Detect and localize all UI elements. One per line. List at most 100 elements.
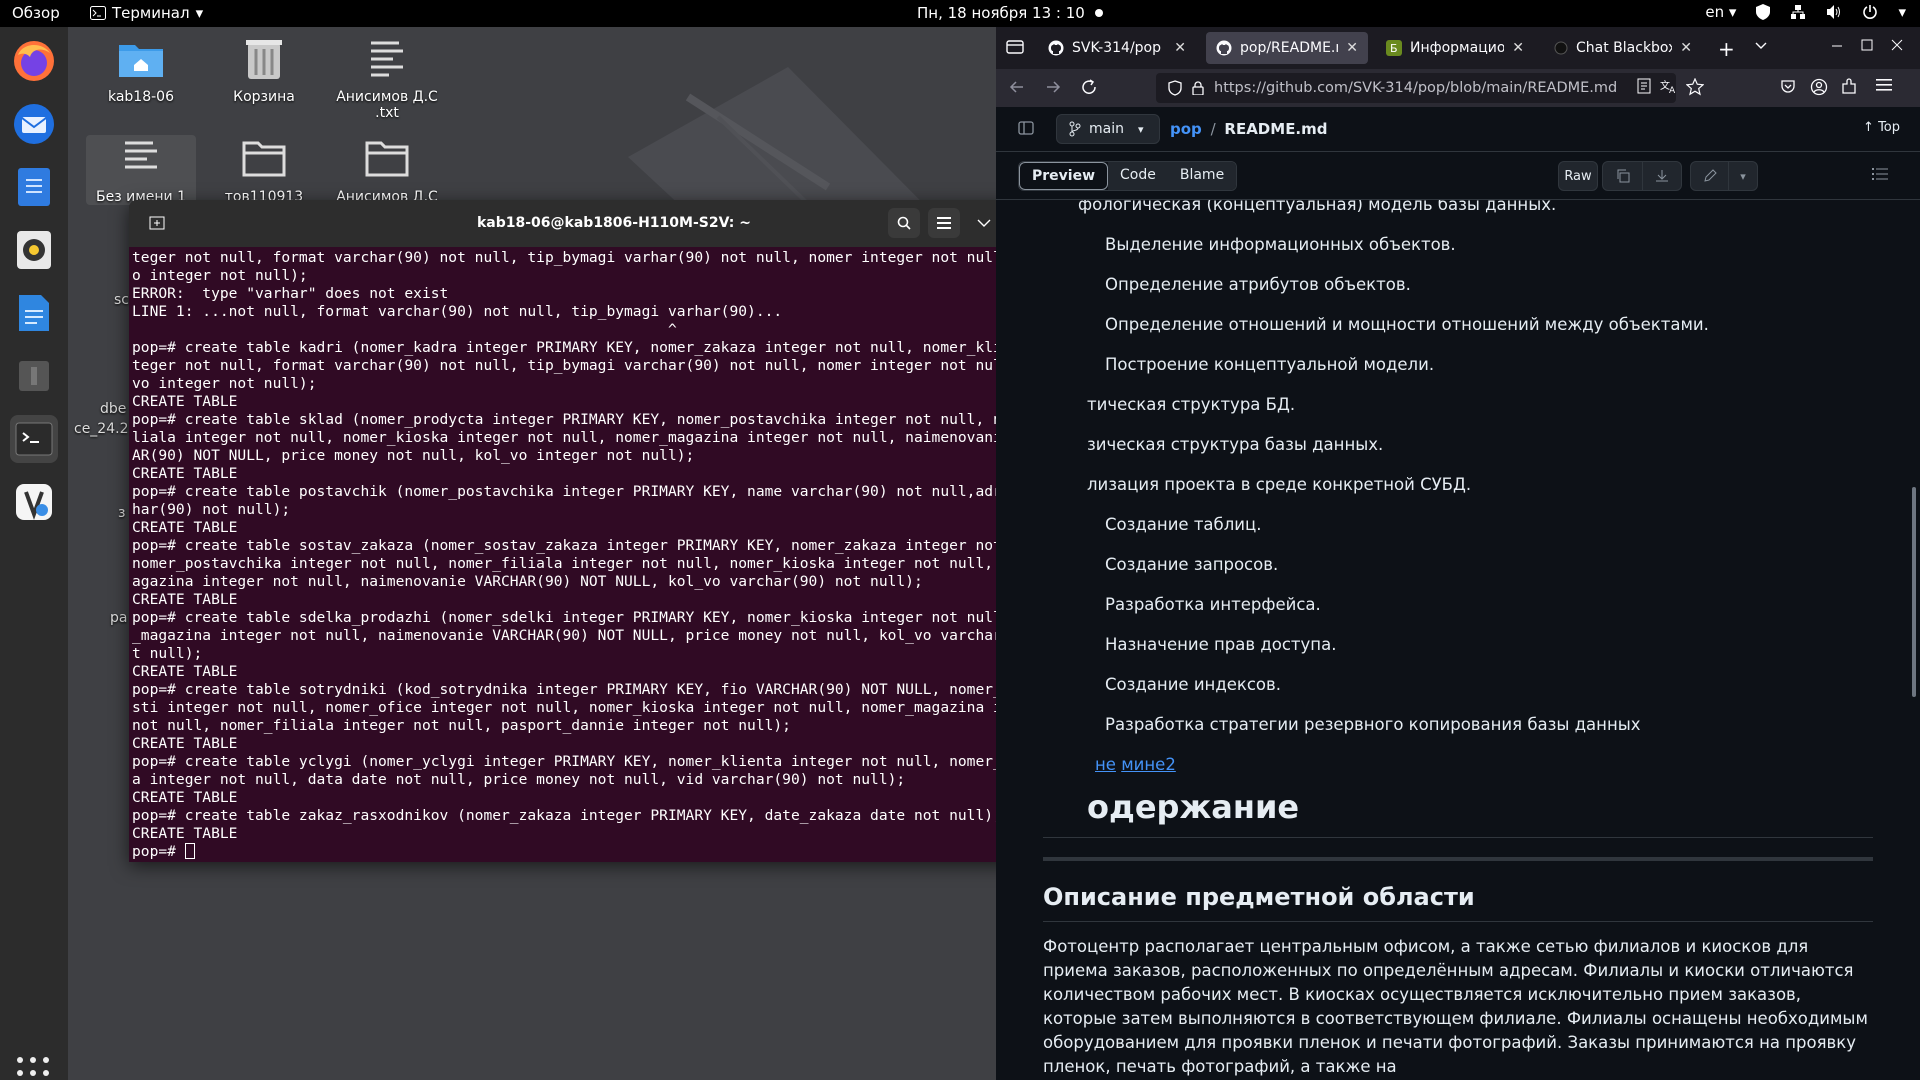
copy-raw-button[interactable] (1602, 161, 1644, 191)
speaker-icon (15, 229, 53, 271)
tab-blame[interactable]: Blame (1167, 162, 1237, 190)
outline-list-icon[interactable] (1872, 167, 1892, 187)
firefox-view-icon[interactable] (1006, 38, 1026, 58)
clock[interactable]: Пн, 18 ноября 13 : 10 (917, 4, 1103, 22)
tab-label: Информационн (1410, 40, 1505, 56)
desktop-icon-home-folder[interactable]: kab18-06 (86, 35, 196, 105)
power-icon[interactable] (1862, 4, 1878, 20)
download-button[interactable] (1642, 161, 1682, 191)
terminal-line: _magazina integer not null, naimenovanie… (132, 627, 1064, 644)
extensions-icon[interactable] (1840, 78, 1860, 98)
desktop-icon-folder-2[interactable]: Анисимов Д.С (332, 135, 442, 205)
url-text: https://github.com/SVK-314/pop/blob/main… (1214, 80, 1618, 96)
app-menu-icon[interactable] (1876, 78, 1896, 98)
close-icon[interactable]: ✕ (1346, 40, 1358, 56)
branch-icon (1069, 121, 1081, 137)
chevron-down-icon: ▾ (1740, 169, 1746, 183)
desktop-icon-text-file[interactable]: Анисимов Д.С .txt (332, 35, 442, 121)
network-icon[interactable] (1790, 4, 1806, 20)
bookmark-star-icon[interactable] (1686, 78, 1706, 98)
tab-preview[interactable]: Preview (1019, 162, 1109, 190)
terminal-output[interactable]: teger not null, format varchar(90) not n… (129, 247, 1099, 862)
dock-terminal[interactable] (10, 415, 58, 463)
dock-firefox[interactable] (10, 37, 58, 85)
tab-readme[interactable]: pop/README.md ✕ (1206, 32, 1368, 64)
pocket-icon[interactable] (1780, 78, 1800, 98)
close-icon[interactable]: ✕ (1512, 40, 1524, 56)
lock-icon[interactable] (1192, 81, 1204, 95)
dock-app-dim[interactable] (10, 352, 58, 400)
close-icon[interactable]: ✕ (1174, 40, 1186, 56)
terminal-line: ^ (132, 321, 677, 338)
dock-thunderbird[interactable] (10, 100, 58, 148)
home-folder-icon (117, 35, 165, 83)
tracking-shield-icon[interactable] (1168, 80, 1182, 96)
list-item: Назначение прав доступа. (1105, 635, 1337, 654)
terminal-prompt: pop=# (132, 843, 185, 860)
desktop-icon-untitled[interactable]: Без имени 1 (86, 135, 196, 205)
breadcrumb-repo-link[interactable]: pop (1170, 120, 1202, 138)
translate-icon[interactable]: 文A (1660, 78, 1680, 98)
reader-view-icon[interactable] (1636, 78, 1656, 98)
edit-button[interactable] (1690, 161, 1730, 191)
readme-link-2[interactable]: мине2 (1121, 755, 1176, 774)
chevron-down-icon: ▾ (195, 4, 204, 22)
dock-files[interactable] (10, 163, 58, 211)
show-apps-grid-icon[interactable] (17, 1057, 49, 1080)
terminal-window[interactable]: kab18-06@kab1806-H110M-S2V: ~ teger not … (129, 200, 1099, 862)
edit-dropdown-button[interactable]: ▾ (1728, 161, 1758, 191)
terminal-prompt-line[interactable]: pop=# (132, 843, 1099, 861)
readme-link-1[interactable]: не (1095, 755, 1116, 774)
terminal-line: LINE 1: ...not null, format varchar(90) … (132, 303, 783, 320)
firefox-icon (12, 39, 56, 83)
dock-writer[interactable] (10, 289, 58, 337)
app-menu[interactable]: Терминал ▾ (90, 4, 203, 22)
tab-svk-pop[interactable]: SVK-314/pop ✕ (1038, 32, 1196, 64)
terminal-lines: teger not null, format varchar(90) not n… (132, 249, 1099, 843)
tab-list-chevron-icon[interactable] (1754, 38, 1774, 58)
back-to-top-button[interactable]: ↑ Top (1863, 120, 1900, 135)
paragraph: Фотоцентр располагает центральным офисом… (1043, 937, 1868, 1076)
maximize-icon[interactable] (1860, 38, 1880, 58)
desktop-icon-folder[interactable]: тов110913 (209, 135, 319, 205)
reload-icon[interactable] (1080, 78, 1100, 98)
account-icon[interactable] (1810, 78, 1830, 98)
terminal-header[interactable]: kab18-06@kab1806-H110M-S2V: ~ (129, 200, 1099, 247)
raw-button[interactable]: Raw (1558, 161, 1598, 191)
trash-icon (240, 35, 288, 83)
forward-arrow-icon[interactable] (1044, 78, 1064, 98)
list-item: Создание запросов. (1105, 555, 1279, 574)
tab-info[interactable]: Б Информационн ✕ (1376, 32, 1534, 64)
activities-button[interactable]: Обзор (12, 4, 60, 22)
terminal-line: CREATE TABLE (132, 663, 238, 680)
shield-icon[interactable] (1756, 4, 1771, 20)
tab-strip: SVK-314/pop ✕ pop/README.md ✕ Б Информац… (996, 27, 1920, 69)
terminal-search-button[interactable] (888, 208, 920, 238)
back-arrow-icon[interactable] (1008, 78, 1028, 98)
volume-icon[interactable] (1826, 4, 1842, 20)
terminal-line: t null); (132, 645, 203, 662)
sidebar-toggle-icon[interactable] (1018, 120, 1038, 140)
list-item: Создание индексов. (1105, 675, 1281, 694)
text-file-icon (117, 135, 165, 183)
tab-chat-blackbox[interactable]: Chat Blackbox: A ✕ (1544, 32, 1702, 64)
dock-app-store[interactable] (10, 478, 58, 526)
tab-code[interactable]: Code (1108, 162, 1168, 190)
language-indicator[interactable]: en ▾ (1705, 3, 1736, 21)
new-tab-plus-icon[interactable]: + (1718, 37, 1738, 61)
url-bar[interactable]: https://github.com/SVK-314/pop/blob/main… (1156, 73, 1676, 103)
desktop-icon-trash[interactable]: Корзина (209, 35, 319, 105)
minimize-icon[interactable] (1830, 38, 1850, 58)
page-scrollbar[interactable] (1912, 487, 1916, 697)
close-icon[interactable]: ✕ (1680, 40, 1692, 56)
breadcrumb-separator: / (1210, 120, 1216, 138)
terminal-menu-button[interactable] (928, 208, 960, 238)
system-menu-chevron-icon[interactable]: ▾ (1898, 3, 1906, 21)
terminal-line: CREATE TABLE (132, 519, 238, 536)
hamburger-menu-icon (937, 217, 951, 229)
window-close-icon[interactable] (1890, 38, 1910, 58)
dock-rhythmbox[interactable] (10, 226, 58, 274)
branch-selector[interactable]: main ▾ (1056, 114, 1160, 144)
download-icon (1655, 169, 1669, 183)
app-placeholder-icon (17, 359, 51, 393)
